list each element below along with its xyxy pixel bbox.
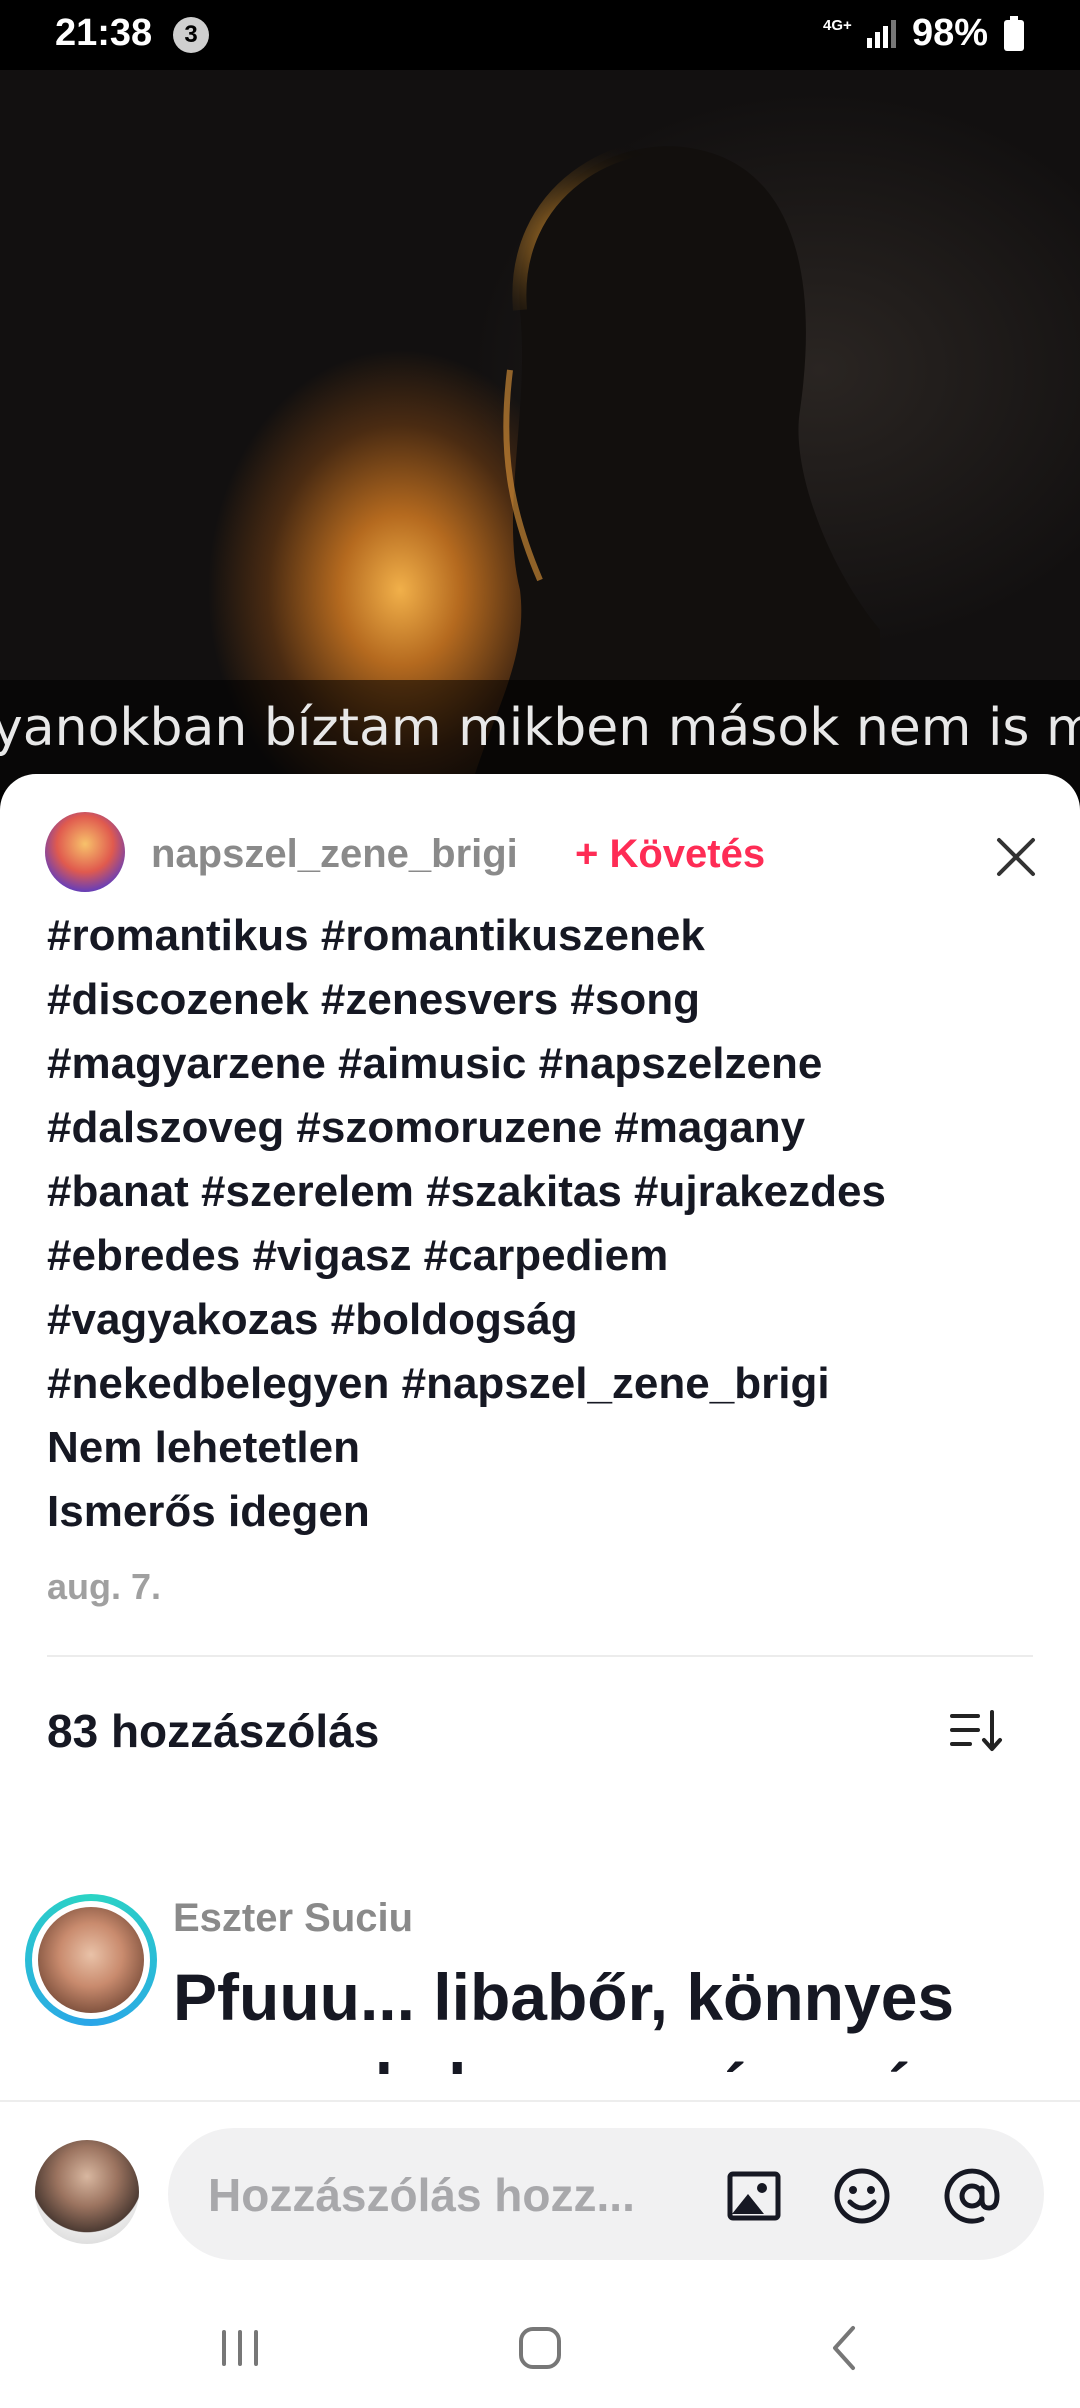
image-icon[interactable]	[724, 2166, 784, 2226]
video-player[interactable]: yanokban bíztam mikben mások nem is mern…	[0, 70, 1080, 790]
back-icon[interactable]	[815, 2318, 875, 2378]
description-line: #magyarzene #aimusic #napszelzene	[47, 1039, 823, 1088]
comment-input[interactable]: Hozzászólás hozz...	[168, 2128, 1044, 2260]
signal-icon	[867, 20, 896, 48]
author-name[interactable]: napszel_zene_brigi	[151, 832, 518, 877]
description-line: #discozenek #zenesvers #song	[47, 975, 700, 1024]
comments-count: 83 hozzászólás	[47, 1705, 380, 1757]
network-type-icon: 4G+	[823, 17, 852, 34]
description-line: Ismerős idegen	[47, 1487, 370, 1536]
video-subtitle: yanokban bíztam mikben mások nem is mern…	[0, 698, 1080, 758]
recents-icon[interactable]	[210, 2318, 270, 2378]
author-avatar[interactable]	[45, 812, 125, 892]
description-line: #ebredes #vigasz #carpediem	[47, 1231, 669, 1280]
commenter-avatar-frame	[32, 1901, 150, 2019]
close-icon[interactable]	[995, 836, 1037, 878]
post-date: aug. 7.	[47, 1566, 162, 1607]
battery-level: 98%	[912, 12, 989, 54]
my-avatar	[35, 2140, 139, 2244]
comment-author[interactable]: Eszter Suciu	[173, 1896, 413, 1941]
battery-icon	[1004, 16, 1024, 51]
sort-icon[interactable]	[948, 1706, 1004, 1756]
status-time: 21:38	[55, 12, 153, 54]
description-line: #romantikus #romantikuszenek	[47, 911, 705, 960]
post-description: #romantikus #romantikuszenek #discozenek…	[47, 904, 1037, 1544]
description-line: #nekedbelegyen #napszel_zene_brigi	[47, 1359, 830, 1408]
notification-count-badge: 3	[173, 17, 209, 53]
description-line: Nem lehetetlen	[47, 1423, 360, 1472]
description-line: #banat #szerelem #szakitas #ujrakezdes	[47, 1167, 886, 1216]
description-line: #dalszoveg #szomoruzene #magany	[47, 1103, 806, 1152]
commenter-avatar-ring[interactable]	[25, 1894, 157, 2026]
divider	[47, 1655, 1033, 1657]
home-icon[interactable]	[510, 2318, 570, 2378]
commenter-avatar	[38, 1907, 144, 2013]
comment-input-bar: Hozzászólás hozz...	[0, 2100, 1080, 2280]
system-nav-bar	[0, 2280, 1080, 2408]
at-icon[interactable]	[942, 2166, 1002, 2226]
comment-text: Pfuuu... libabőr, könnyes szemek, heves …	[173, 1960, 1024, 2074]
emoji-icon[interactable]	[832, 2166, 892, 2226]
comment-input-placeholder: Hozzászólás hozz...	[208, 2169, 635, 2221]
follow-button[interactable]: + Követés	[575, 832, 765, 877]
status-bar: 21:38 3 4G+ 98%	[0, 0, 1080, 70]
description-line: #vagyakozas #boldogság	[47, 1295, 578, 1344]
author-row: napszel_zene_brigi + Követés	[45, 812, 1045, 894]
comment-item[interactable]: Eszter Suciu Pfuuu... libabőr, könnyes s…	[0, 1834, 1080, 2074]
